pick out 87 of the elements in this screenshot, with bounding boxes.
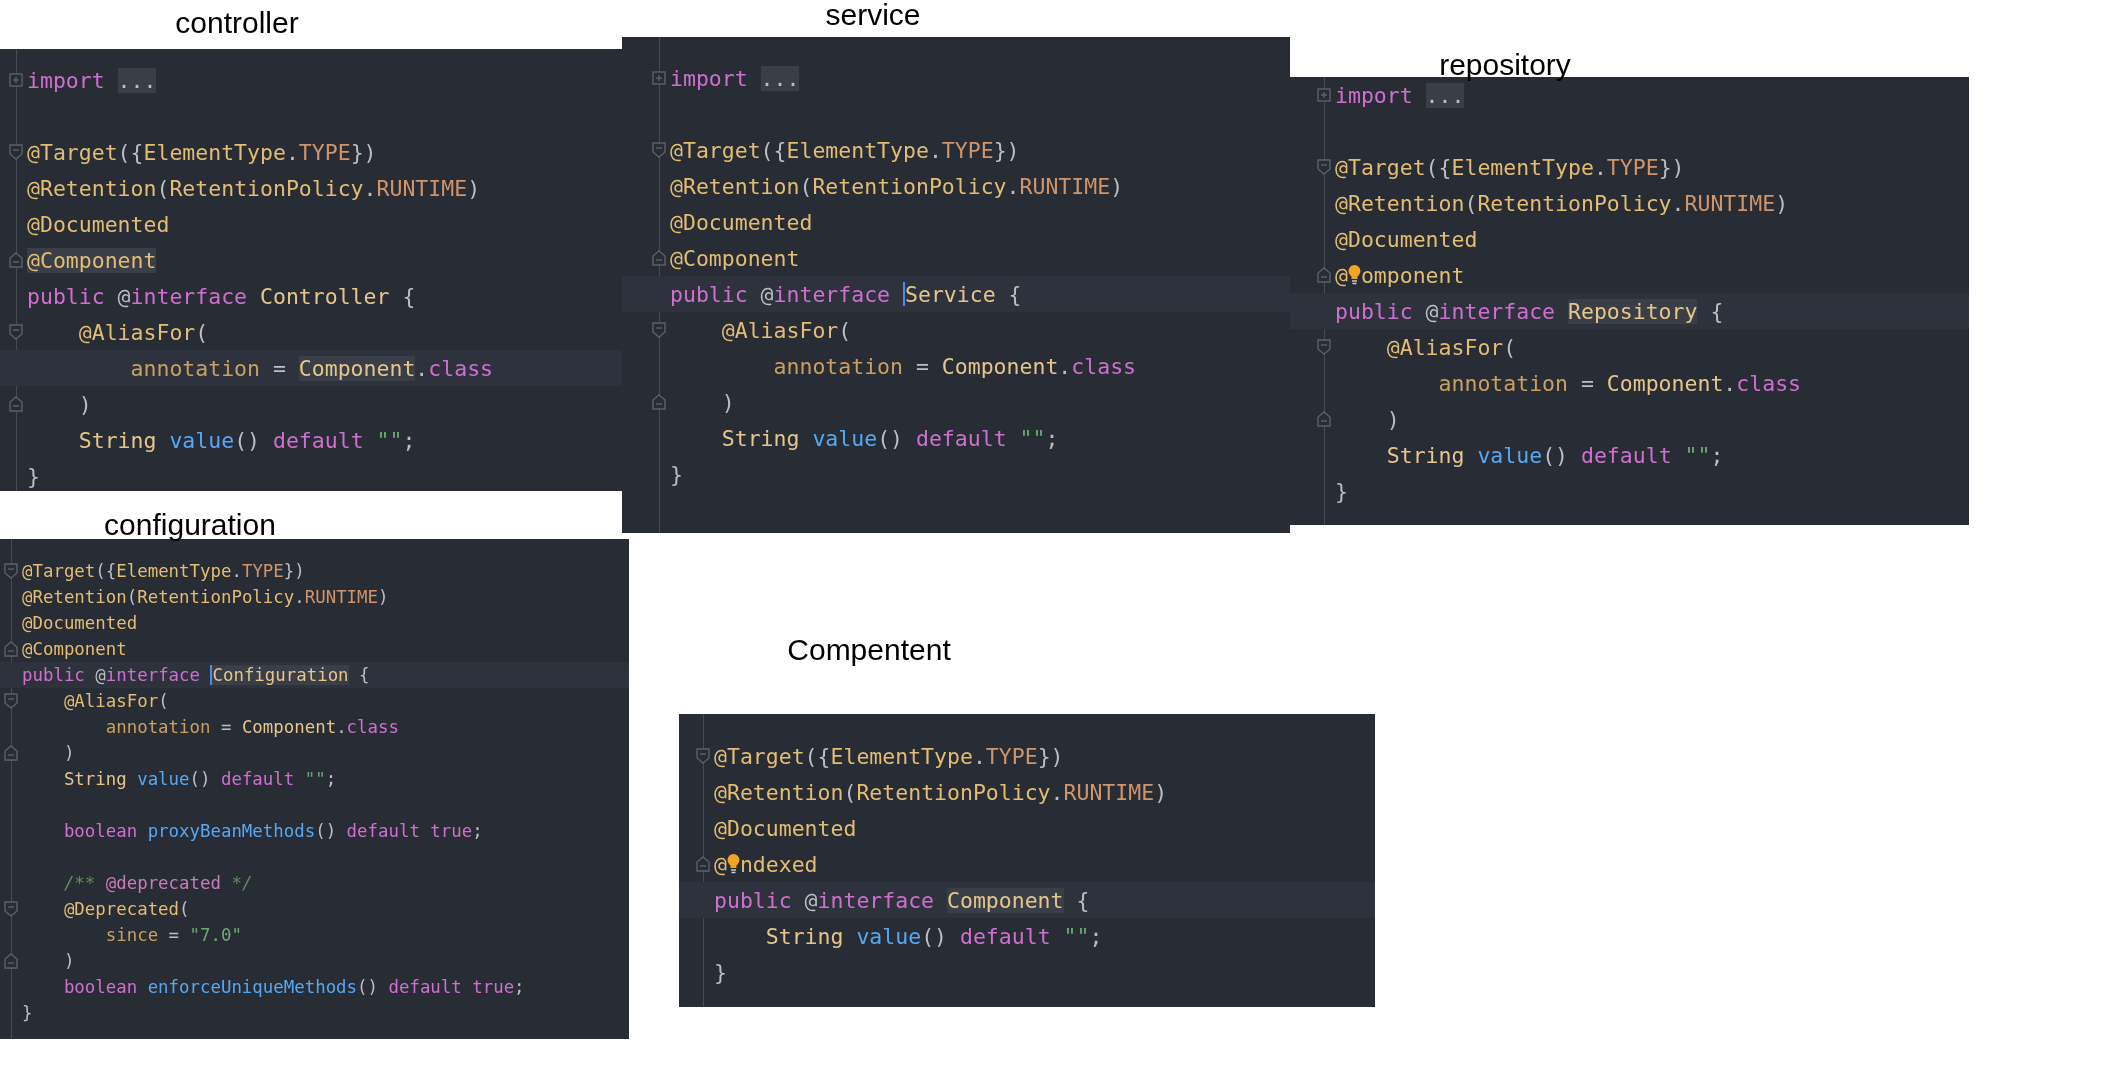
collapse-icon[interactable] bbox=[696, 748, 710, 764]
code-line: @Documented bbox=[22, 613, 138, 633]
code-line: public @interface Controller { bbox=[27, 283, 416, 309]
code-line: @Retention(RetentionPolicy.RUNTIME) bbox=[27, 175, 481, 201]
collapse-icon[interactable] bbox=[652, 394, 666, 410]
code-line: import ... bbox=[1335, 82, 1465, 108]
collapse-icon[interactable] bbox=[652, 250, 666, 266]
code-line: } bbox=[670, 461, 683, 487]
code-line: public @interface Component { bbox=[714, 887, 1090, 913]
code-line: ) bbox=[720, 389, 735, 415]
code-line: } bbox=[27, 463, 40, 489]
collapse-icon[interactable] bbox=[4, 563, 18, 579]
code-line: annotation = Component.class bbox=[104, 717, 399, 737]
code-line: omponent bbox=[1360, 262, 1465, 288]
screenshot-caption: Compentent bbox=[787, 633, 951, 667]
collapse-icon[interactable] bbox=[9, 324, 23, 340]
code-line: @Documented bbox=[1335, 226, 1478, 252]
collapse-icon[interactable] bbox=[652, 142, 666, 158]
code-line: @Documented bbox=[670, 209, 813, 235]
code-line: @Retention(RetentionPolicy.RUNTIME) bbox=[22, 587, 389, 607]
collapse-icon[interactable] bbox=[1317, 159, 1331, 175]
code-line: public @interface Repository { bbox=[1335, 298, 1724, 324]
code-line: } bbox=[714, 959, 727, 985]
collapse-icon[interactable] bbox=[4, 641, 18, 657]
lightbulb-icon[interactable] bbox=[1347, 264, 1361, 286]
collapse-icon[interactable] bbox=[4, 745, 18, 761]
collapse-icon[interactable] bbox=[9, 252, 23, 268]
collapse-icon[interactable] bbox=[9, 144, 23, 160]
code-line: annotation = Component.class bbox=[129, 355, 494, 381]
collapse-icon[interactable] bbox=[696, 856, 710, 872]
code-line: @AliasFor( bbox=[77, 319, 209, 345]
collapse-icon[interactable] bbox=[4, 901, 18, 917]
collapse-icon[interactable] bbox=[1317, 339, 1331, 355]
expand-icon[interactable] bbox=[1317, 88, 1331, 102]
code-line: since = "7.0" bbox=[104, 925, 242, 945]
code-line: @Retention(RetentionPolicy.RUNTIME) bbox=[714, 779, 1168, 805]
code-line: ) bbox=[1385, 406, 1400, 432]
code-line: boolean enforceUniqueMethods() default true; bbox=[62, 977, 525, 997]
code-line: } bbox=[1335, 478, 1348, 504]
code-line: } bbox=[22, 1003, 33, 1023]
code-line: @AliasFor( bbox=[720, 317, 852, 343]
code-line: @Component bbox=[670, 245, 800, 271]
collapse-icon[interactable] bbox=[9, 396, 23, 412]
code-line: @AliasFor( bbox=[62, 691, 169, 711]
code-line: @Target({ElementType.TYPE}) bbox=[22, 561, 305, 581]
code-line: @Documented bbox=[27, 211, 170, 237]
code-line: ) bbox=[62, 951, 75, 971]
code-line: @Target({ElementType.TYPE}) bbox=[670, 137, 1020, 163]
code-line: annotation = Component.class bbox=[1437, 370, 1802, 396]
code-line: ) bbox=[62, 743, 75, 763]
collapse-icon[interactable] bbox=[4, 693, 18, 709]
screenshot-caption: service bbox=[825, 0, 921, 32]
code-line: @Retention(RetentionPolicy.RUNTIME) bbox=[1335, 190, 1789, 216]
collapse-icon[interactable] bbox=[4, 953, 18, 969]
code-line: String value() default ""; bbox=[62, 769, 337, 789]
code-line: @Documented bbox=[714, 815, 857, 841]
code-line: boolean proxyBeanMethods() default true; bbox=[62, 821, 483, 841]
code-line: @AliasFor( bbox=[1385, 334, 1517, 360]
code-line: public @interface Configuration { bbox=[22, 665, 370, 685]
code-line: annotation = Component.class bbox=[772, 353, 1137, 379]
code-line: ) bbox=[77, 391, 92, 417]
expand-icon[interactable] bbox=[652, 71, 666, 85]
lightbulb-icon[interactable] bbox=[726, 853, 740, 875]
code-line: @Target({ElementType.TYPE}) bbox=[714, 743, 1064, 769]
screenshot-caption: controller bbox=[175, 6, 299, 40]
code-line: String value() default ""; bbox=[764, 923, 1103, 949]
code-line: @Target({ElementType.TYPE}) bbox=[27, 139, 377, 165]
code-line: @ bbox=[714, 851, 727, 877]
collapse-icon[interactable] bbox=[1317, 267, 1331, 283]
code-line: @ bbox=[1335, 262, 1348, 288]
code-line: import ... bbox=[27, 67, 157, 93]
collapse-icon[interactable] bbox=[1317, 411, 1331, 427]
code-line: String value() default ""; bbox=[1385, 442, 1724, 468]
code-line: public @interface Service { bbox=[670, 281, 1022, 307]
code-line: @Retention(RetentionPolicy.RUNTIME) bbox=[670, 173, 1124, 199]
code-line: String value() default ""; bbox=[77, 427, 416, 453]
code-line: @Target({ElementType.TYPE}) bbox=[1335, 154, 1685, 180]
expand-icon[interactable] bbox=[9, 73, 23, 87]
code-line: String value() default ""; bbox=[720, 425, 1059, 451]
screenshot-caption: repository bbox=[1439, 48, 1571, 82]
code-line: ndexed bbox=[739, 851, 818, 877]
code-line: @Component bbox=[22, 639, 127, 659]
code-line: import ... bbox=[670, 65, 800, 91]
code-line: /** @deprecated */ bbox=[62, 873, 253, 893]
collapse-icon[interactable] bbox=[652, 322, 666, 338]
code-line: @Deprecated( bbox=[62, 899, 190, 919]
screenshot-caption: configuration bbox=[104, 508, 276, 542]
